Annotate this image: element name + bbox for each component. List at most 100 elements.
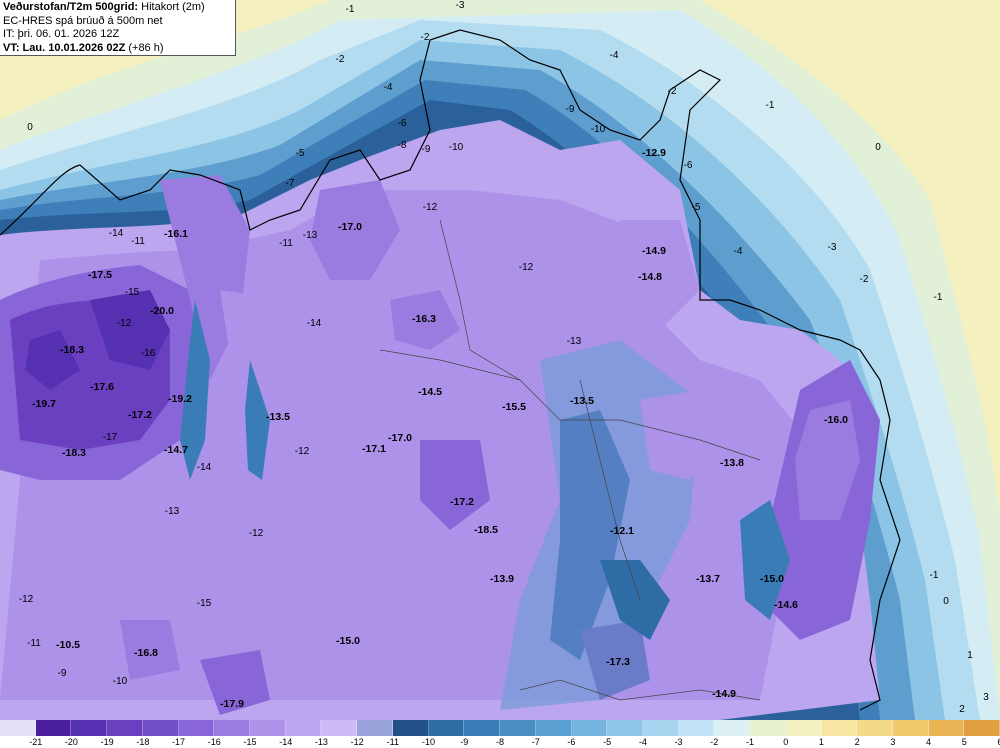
legend-label: -21 [29, 737, 43, 747]
contour-label: -12 [295, 446, 310, 457]
legend-swatch [607, 720, 643, 736]
temperature-value-label: -13.5 [266, 411, 290, 423]
legend-swatch [178, 720, 215, 736]
legend-swatch [392, 720, 429, 736]
temperature-value-label: -14.8 [638, 271, 662, 283]
temperature-value-label: -17.5 [88, 269, 112, 281]
contour-label: -8 [398, 140, 407, 151]
legend-label: 1 [818, 737, 824, 747]
contour-label: -10 [591, 124, 606, 135]
temperature-value-label: -14.5 [418, 386, 442, 398]
temperature-value-label: -17.2 [450, 496, 474, 508]
contour-label: -1 [934, 292, 943, 303]
temperature-value-label: -15.5 [502, 401, 526, 413]
legend-label: 3 [890, 737, 896, 747]
temperature-value-label: -16.8 [134, 647, 158, 659]
temperature-value-label: -13.5 [570, 395, 594, 407]
legend-label: -15 [243, 737, 257, 747]
legend-swatch [642, 720, 679, 736]
contour-label: -4 [734, 246, 743, 257]
contour-label: 3 [983, 692, 989, 703]
legend-label: 2 [854, 737, 860, 747]
legend-label: 5 [961, 737, 967, 747]
legend-swatch [535, 720, 572, 736]
legend-label: -14 [279, 737, 293, 747]
contour-label: -2 [336, 54, 345, 65]
contour-label: -2 [860, 274, 869, 285]
legend-swatch [964, 720, 1000, 736]
valid-time-line: VT: Lau. 10.01.2026 02Z (+86 h) [3, 42, 232, 56]
contour-label: -14 [307, 318, 322, 329]
contour-label: -11 [279, 238, 293, 249]
contour-label: -11 [27, 638, 41, 649]
contour-label: -13 [567, 336, 582, 347]
contour-label: -10 [113, 676, 128, 687]
contour-label: -9 [422, 144, 431, 155]
temperature-value-label: -16.1 [164, 228, 188, 240]
title-line: Veðurstofan/T2m 500grid: Hitakort (2m) [3, 1, 232, 15]
contour-label: 0 [27, 122, 33, 133]
temperature-value-label: -20.0 [150, 305, 174, 317]
contour-label: -3 [828, 242, 837, 253]
model-line: EC-HRES spá brúuð á 500m net [3, 14, 163, 27]
legend-swatch [571, 720, 608, 736]
contour-label: -12 [117, 318, 132, 329]
contour-label: 1 [967, 650, 973, 661]
contour-label: -1 [930, 570, 939, 581]
contour-label: -2 [668, 86, 677, 97]
legend-label: -3 [674, 737, 683, 747]
legend-swatch [142, 720, 179, 736]
contour-label: -3 [456, 0, 465, 11]
legend-swatch [71, 720, 108, 736]
temperature-value-label: -12.9 [642, 147, 666, 159]
contour-label: -6 [398, 118, 407, 129]
temperature-map: -16.1 -17.5 -20.0 -18.3 -17.6 -19.7 -17.2 -19.2… [0, 0, 1000, 720]
legend-label: -8 [495, 737, 505, 747]
contour-label: -11 [131, 236, 145, 247]
contour-label: -9 [566, 104, 575, 115]
legend-swatch [892, 720, 929, 736]
contour-label: -15 [125, 287, 140, 298]
legend-label: -13 [314, 737, 328, 747]
legend-swatch [214, 720, 251, 736]
temperature-value-label: -13.9 [490, 573, 514, 585]
init-time-line: IT: þri. 06. 01. 2026 12Z [3, 28, 120, 40]
temperature-value-label: -17.3 [606, 656, 630, 668]
legend-swatch [428, 720, 465, 736]
contour-label: -13 [165, 506, 180, 517]
legend-label: 0 [783, 737, 789, 747]
color-legend: -21 -20 -19 -18 -17 -16 -15 -14 -13 -12 -11 -10 -9 -8… [0, 720, 1000, 748]
legend-label: -1 [745, 737, 755, 747]
contour-label: -6 [684, 160, 693, 171]
contour-label: -14 [197, 462, 212, 473]
legend-label: -12 [350, 737, 364, 747]
temperature-value-label: -12.1 [610, 525, 634, 537]
contour-label: -5 [692, 202, 701, 213]
contour-label: -7 [286, 178, 295, 189]
legend-label: -10 [422, 737, 436, 747]
temperature-value-label: -18.3 [62, 447, 86, 459]
temperature-value-label: -17.9 [220, 698, 244, 710]
legend-swatch [357, 720, 393, 736]
contour-label: -12 [249, 528, 264, 539]
legend-swatch [35, 720, 72, 736]
temperature-value-label: -14.7 [164, 444, 188, 456]
contour-label: -5 [296, 148, 305, 159]
legend-label: -9 [460, 737, 469, 747]
legend-label: -5 [603, 737, 612, 747]
valid-time-bold: VT: Lau. 10.01.2026 02Z [3, 41, 126, 54]
temperature-value-label: -17.6 [90, 381, 114, 393]
temperature-value-label: -19.7 [32, 398, 56, 410]
legend-swatch [678, 720, 715, 736]
contour-label: -15 [197, 598, 212, 609]
legend-swatch [714, 720, 751, 736]
legend-swatch [857, 720, 893, 736]
temperature-value-label: -17.1 [362, 443, 386, 455]
legend-swatch [928, 720, 965, 736]
legend-swatch [750, 720, 786, 736]
temperature-value-label: -19.2 [168, 393, 192, 405]
color-legend-swatches [0, 720, 1000, 736]
temperature-value-label: -13.8 [720, 457, 744, 469]
contour-label: -2 [421, 32, 430, 43]
legend-label: -19 [100, 737, 114, 747]
